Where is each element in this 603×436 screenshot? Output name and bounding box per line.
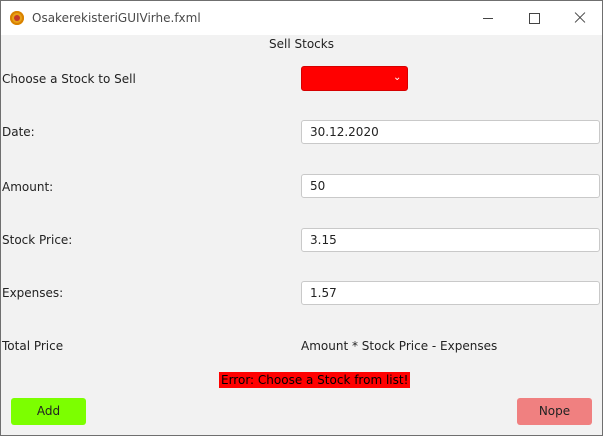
- stock-select[interactable]: ⌄: [301, 66, 408, 91]
- expenses-field[interactable]: [301, 281, 600, 305]
- close-icon[interactable]: [557, 1, 602, 35]
- nope-button[interactable]: Nope: [517, 398, 592, 425]
- amount-label: Amount:: [2, 180, 54, 194]
- stock-price-field[interactable]: [301, 228, 600, 252]
- add-button[interactable]: Add: [11, 398, 86, 425]
- amount-field[interactable]: [301, 174, 600, 198]
- stock-label: Choose a Stock to Sell: [2, 72, 136, 86]
- price-label: Stock Price:: [2, 233, 73, 247]
- date-label: Date:: [2, 125, 35, 139]
- chevron-down-icon: ⌄: [393, 72, 402, 83]
- app-window: OsakerekisteriGUIVirhe.fxml Sell Stocks …: [0, 0, 603, 436]
- total-price-label: Total Price: [2, 339, 64, 353]
- title-bar: OsakerekisteriGUIVirhe.fxml: [1, 1, 602, 35]
- window-title: OsakerekisteriGUIVirhe.fxml: [32, 11, 201, 25]
- minimize-icon[interactable]: [465, 1, 511, 35]
- error-message: Error: Choose a Stock from list!: [219, 372, 411, 388]
- form-heading: Sell Stocks: [269, 37, 334, 51]
- date-field[interactable]: [301, 120, 600, 144]
- maximize-icon[interactable]: [511, 1, 557, 35]
- total-price-formula: Amount * Stock Price - Expenses: [301, 339, 498, 353]
- expenses-label: Expenses:: [2, 286, 64, 300]
- app-icon: [10, 11, 24, 25]
